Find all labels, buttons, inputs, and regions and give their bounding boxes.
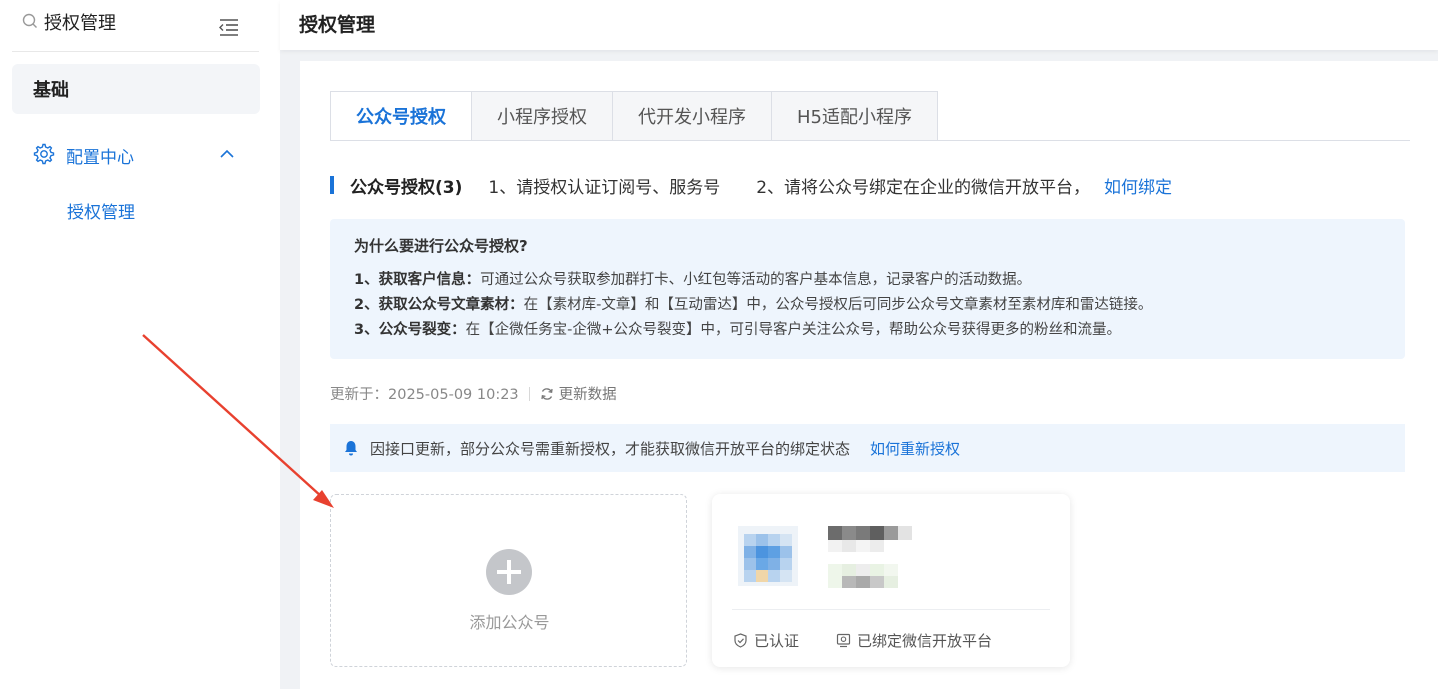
tab-mini-program-auth[interactable]: 小程序授权 <box>472 91 613 141</box>
tab-official-account-auth[interactable]: 公众号授权 <box>330 91 472 141</box>
reauthorize-link[interactable]: 如何重新授权 <box>870 438 960 459</box>
page-title: 授权管理 <box>299 14 376 36</box>
how-to-bind-link[interactable]: 如何绑定 <box>1104 173 1172 198</box>
account-avatar <box>738 526 798 586</box>
main-panel: 公众号授权 小程序授权 代开发小程序 H5适配小程序 公众号授权(3) 1、请授… <box>300 61 1438 689</box>
notice-bar: 因接口更新，部分公众号需重新授权，才能获取微信开放平台的绑定状态 如何重新授权 <box>330 424 1405 472</box>
updated-at-text: 更新于：2025-05-09 10:23 <box>330 387 519 403</box>
gear-icon <box>33 143 55 165</box>
section-tip-2: 2、请将公众号绑定在企业的微信开放平台， <box>756 177 1091 198</box>
search-input[interactable] <box>44 11 194 33</box>
page-header: 授权管理 <box>280 0 1438 50</box>
section-accent-bar <box>330 176 334 194</box>
verified-status: 已认证 <box>733 630 799 651</box>
notice-text: 因接口更新，部分公众号需重新授权，才能获取微信开放平台的绑定状态 <box>370 439 851 458</box>
sidebar: 基础 配置中心 授权管理 <box>0 0 280 689</box>
section-tip-1: 1、请授权认证订阅号、服务号 <box>488 177 721 198</box>
info-item: 2、获取公众号文章素材：在【素材库-文章】和【互动雷达】中，公众号授权后可同步公… <box>354 293 1381 318</box>
add-official-account-card[interactable]: 添加公众号 <box>330 494 687 667</box>
refresh-icon[interactable] <box>540 387 554 401</box>
tab-bar: 公众号授权 小程序授权 代开发小程序 H5适配小程序 <box>330 91 938 141</box>
bell-icon <box>345 441 357 456</box>
info-box: 为什么要进行公众号授权? 1、获取客户信息：可通过公众号获取参加群打卡、小红包等… <box>330 219 1405 359</box>
shield-check-icon <box>734 633 747 648</box>
info-item-heading: 3、公众号裂变： <box>354 322 466 338</box>
card-divider <box>732 609 1050 610</box>
info-item-text: 在【企微任务宝-企微+公众号裂变】中，可引导客户关注公众号，帮助公众号获得更多的… <box>465 322 1121 338</box>
tab-developer-mini-program[interactable]: 代开发小程序 <box>613 91 772 141</box>
verified-label: 已认证 <box>754 632 800 650</box>
sidebar-item-config-center[interactable]: 配置中心 <box>12 132 260 176</box>
bound-label: 已绑定微信开放平台 <box>857 632 993 650</box>
section-title: 公众号授权(3) <box>350 177 463 198</box>
sidebar-subitem-auth-management[interactable]: 授权管理 <box>67 198 135 223</box>
divider <box>528 386 530 401</box>
chevron-up-icon <box>220 149 234 158</box>
info-item-text: 在【素材库-文章】和【互动雷达】中，公众号授权后可同步公众号文章素材至素材库和雷… <box>523 297 1153 313</box>
refresh-data-button[interactable]: 更新数据 <box>559 383 617 404</box>
tab-divider <box>330 140 1410 141</box>
search-icon <box>22 13 37 28</box>
info-item-text: 可通过公众号获取参加群打卡、小红包等活动的客户基本信息，记录客户的活动数据。 <box>480 272 1032 288</box>
menu-collapse-icon[interactable] <box>218 17 240 37</box>
update-row: 更新于：2025-05-09 10:23 更新数据 <box>330 383 617 404</box>
section-header: 公众号授权(3) 1、请授权认证订阅号、服务号 2、请将公众号绑定在企业的微信开… <box>330 172 1172 198</box>
sidebar-group-basic[interactable]: 基础 <box>12 64 260 114</box>
plus-icon <box>486 549 532 595</box>
info-item-heading: 1、获取客户信息： <box>354 272 481 288</box>
tab-h5-mini-program[interactable]: H5适配小程序 <box>772 91 938 141</box>
info-item-heading: 2、获取公众号文章素材： <box>354 297 524 313</box>
account-name-blurred <box>828 526 912 588</box>
bound-status: 已绑定微信开放平台 <box>836 630 992 651</box>
official-account-card[interactable]: 已认证 已绑定微信开放平台 <box>712 494 1070 667</box>
sidebar-item-label: 配置中心 <box>66 148 134 168</box>
info-title: 为什么要进行公众号授权? <box>354 237 528 255</box>
info-item: 3、公众号裂变：在【企微任务宝-企微+公众号裂变】中，可引导客户关注公众号，帮助… <box>354 318 1381 343</box>
info-item: 1、获取客户信息：可通过公众号获取参加群打卡、小红包等活动的客户基本信息，记录客… <box>354 268 1381 293</box>
add-official-account-label: 添加公众号 <box>469 613 550 632</box>
open-platform-icon <box>836 633 851 648</box>
